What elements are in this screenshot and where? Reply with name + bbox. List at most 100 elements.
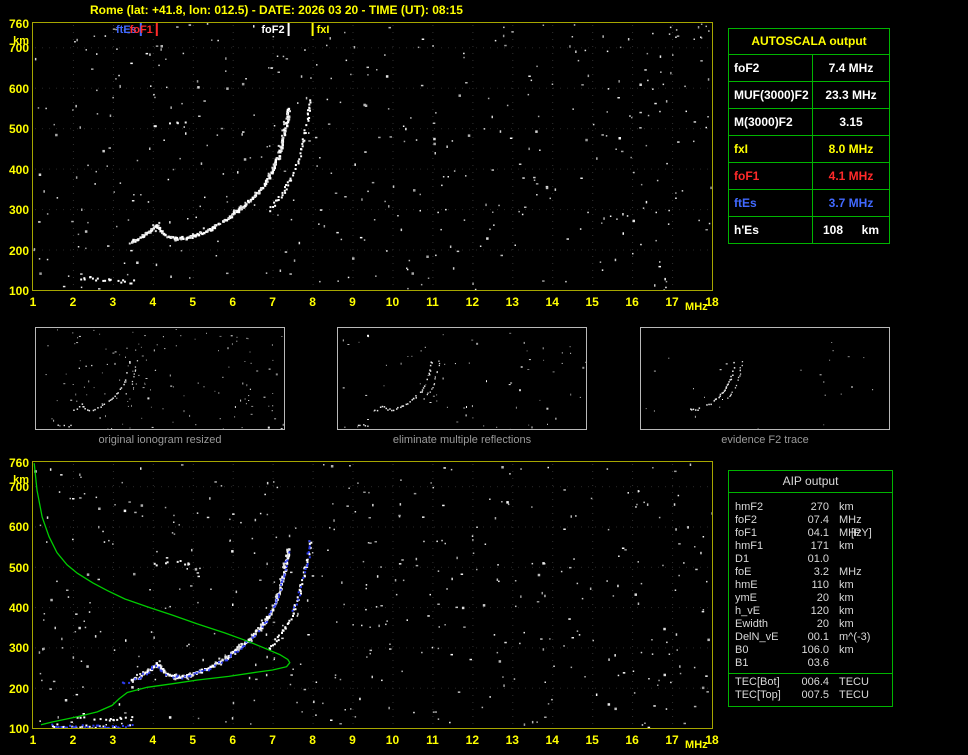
aip-row-d1: D1 01.0 (729, 553, 892, 566)
parameter-name: foF2 (729, 55, 813, 81)
x-axis-tick-label: 3 (109, 295, 117, 309)
x-axis-tick-label: 16 (625, 733, 639, 747)
x-axis-tick-label: 13 (505, 733, 519, 747)
parameter-name: ftEs (729, 190, 813, 216)
parameter-value: 4.1 MHz (828, 169, 874, 183)
aip-row-yme: ymE 20 km (729, 592, 892, 605)
x-axis-tick-label: 14 (545, 295, 559, 309)
aip-row-b0: B0 106.0 km (729, 644, 892, 657)
aip-row-hmf2: hmF2 270 km (729, 501, 892, 514)
x-axis-tick-label: 4 (149, 733, 157, 747)
aip-row-tectop: TEC[Top] 007.5 TECU (729, 689, 892, 702)
x-axis-tick-label: 6 (229, 733, 237, 747)
thumbnail-canvas (45, 329, 284, 431)
y-axis-tick-label: 400 (8, 162, 29, 177)
y-axis-tick-label: 760 (8, 17, 29, 31)
aip-table-title: AIP output (729, 471, 892, 493)
autoscala-row-fxi: fxI 8.0 MHz (729, 135, 889, 162)
thumbnail-caption: eliminate multiple reflections (392, 434, 532, 446)
x-axis-tick-label: 15 (585, 295, 599, 309)
x-axis-tick-label: 13 (505, 295, 519, 309)
thumbnail-canvas (645, 342, 874, 430)
parameter-value: 270 (810, 501, 829, 513)
parameter-value: 3.7 MHz (828, 196, 874, 210)
y-axis-tick-label: 600 (8, 81, 29, 96)
parameter-unit: km (839, 501, 854, 513)
x-axis-tick-label: 12 (465, 295, 480, 309)
parameter-name: B0 (735, 644, 749, 656)
ionogram-plot: ftEs foF1 foF2 fxI (32, 22, 713, 291)
parameter-name: hmE (735, 579, 758, 591)
bottom-ionogram-canvas (33, 463, 712, 728)
autoscala-output-table: AUTOSCALA output foF2 7.4 MHz MUF(3000)F2 2… (728, 28, 890, 244)
parameter-name: B1 (735, 657, 749, 669)
parameter-name: D1 (735, 553, 750, 565)
y-axis-tick-label: 500 (8, 560, 29, 575)
aip-row-foe: foE 3.2 MHz (729, 566, 892, 579)
y-axis-tick-label: 300 (8, 641, 29, 656)
parameter-flag: [PY] (851, 527, 872, 539)
autoscala-row-fof1: foF1 4.1 MHz (729, 162, 889, 189)
aip-row-delnve: DelN_vE 00.1 m^(-3) (729, 631, 892, 644)
thumbnail-caption: evidence F2 trace (721, 434, 809, 446)
y-axis-unit-label: km (13, 35, 29, 47)
x-axis-tick-label: 17 (665, 733, 679, 747)
parameter-name: ymE (735, 592, 757, 604)
x-axis-tick-label: 7 (269, 733, 276, 747)
aip-output-table: AIP output hmF2 270 km foF2 07.4 MHz foF1 04.1 M… (728, 470, 893, 707)
parameter-name: h_vE (735, 605, 761, 617)
parameter-value: 120 (810, 605, 829, 617)
parameter-value: 01.0 (807, 553, 829, 565)
parameter-name: TEC[Top] (735, 689, 781, 701)
station-header: Rome (lat: +41.8, lon: 012.5) - DATE: 20… (90, 3, 463, 17)
x-axis-tick-label: 1 (29, 295, 37, 309)
parameter-value: 03.6 (807, 657, 829, 669)
autoscala-row-hes: h'Es 108 km (729, 216, 889, 243)
parameter-name: foF1 (729, 163, 813, 189)
autoscala-row-ftes: ftEs 3.7 MHz (729, 189, 889, 216)
parameter-name: MUF(3000)F2 (729, 82, 813, 108)
parameter-value: 20 (816, 618, 829, 630)
parameter-value: 23.3 MHz (825, 88, 877, 102)
x-axis-tick-label: 14 (545, 733, 559, 747)
parameter-value: 106.0 (801, 644, 829, 656)
aip-row-hme: hmE 110 km (729, 579, 892, 592)
parameter-unit: m^(-3) (839, 631, 871, 643)
y-axis-tick-label: 400 (8, 601, 29, 616)
x-axis-tick-label: 6 (229, 295, 237, 309)
x-axis-tick-label: 17 (665, 295, 679, 309)
x-axis-tick-label: 8 (309, 295, 316, 309)
x-axis-unit-label: MHz (685, 301, 708, 313)
aip-row-tecbot: TEC[Bot] 006.4 TECU (729, 676, 892, 689)
parameter-value: 04.1 (807, 527, 829, 539)
y-axis-tick-label: 300 (8, 203, 29, 218)
parameter-value: 00.1 (807, 631, 829, 643)
parameter-unit: km (839, 540, 854, 552)
parameter-value: 3.15 (839, 115, 863, 129)
parameter-name: h'Es (729, 217, 813, 243)
parameter-name: TEC[Bot] (735, 676, 780, 688)
aip-row-b1: B1 03.6 (729, 657, 892, 670)
parameter-name: Ewidth (735, 618, 769, 630)
parameter-value: 171 (810, 540, 829, 552)
x-axis-tick-label: 10 (385, 733, 400, 747)
parameter-value: 006.4 (801, 676, 829, 688)
parameter-name: foF2 (735, 514, 758, 526)
y-axis-unit-label: km (13, 474, 29, 486)
parameter-value: 007.5 (801, 689, 829, 701)
parameter-unit: km (839, 618, 854, 630)
y-axis-tick-label: 200 (8, 681, 29, 696)
x-axis-tick-label: 11 (426, 733, 439, 747)
top-ionogram-canvas: ftEsfoF1 foF2 fxI (33, 23, 712, 290)
parameter-name: foE (735, 566, 752, 578)
aip-tec-separator (729, 673, 892, 674)
parameter-name: DelN_vE (735, 631, 779, 643)
parameter-name: M(3000)F2 (729, 109, 813, 135)
y-axis-tick-label: 200 (8, 243, 29, 258)
thumbnail-panel-3 (640, 327, 890, 430)
x-axis-tick-label: 16 (625, 295, 639, 309)
x-axis-tick-label: 10 (385, 295, 400, 309)
x-axis-tick-label: 11 (426, 295, 439, 309)
y-axis-tick-label: 760 (8, 456, 29, 470)
autoscala-table-title: AUTOSCALA output (751, 34, 867, 48)
